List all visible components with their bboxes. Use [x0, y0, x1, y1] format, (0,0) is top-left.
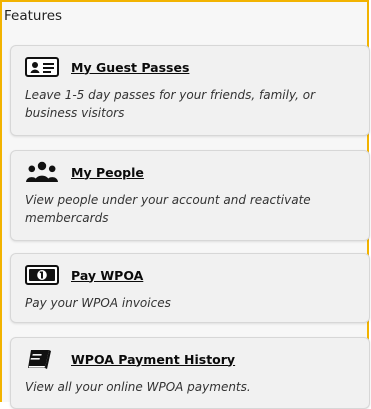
book-icon [25, 348, 59, 370]
payment-history-link[interactable]: WPOA Payment History [71, 352, 235, 367]
feature-card-guest-passes: My Guest Passes Leave 1-5 day passes for… [10, 45, 370, 136]
features-panel: Features My Guest Passes Leave 1-5 day p… [0, 0, 370, 409]
people-icon [25, 161, 59, 183]
card-title-row: My People [25, 161, 359, 183]
card-description: Leave 1-5 day passes for your friends, f… [25, 88, 316, 120]
feature-card-payment-history: WPOA Payment History View all your onlin… [10, 337, 370, 409]
pay-wpoa-link[interactable]: Pay WPOA [71, 268, 143, 283]
card-title-row: WPOA Payment History [25, 348, 359, 370]
feature-card-my-people: My People View people under your account… [10, 150, 370, 241]
my-people-link[interactable]: My People [71, 165, 144, 180]
card-description: Pay your WPOA invoices [25, 296, 171, 310]
card-description: View all your online WPOA payments. [25, 380, 251, 394]
card-title-row: My Guest Passes [25, 56, 359, 78]
feature-card-pay-wpoa: Pay WPOA Pay your WPOA invoices [10, 253, 370, 323]
panel-title: Features [2, 2, 367, 30]
id-card-icon [25, 56, 59, 78]
money-bill-icon [25, 264, 59, 286]
card-title-row: Pay WPOA [25, 264, 359, 286]
guest-passes-link[interactable]: My Guest Passes [71, 60, 189, 75]
card-description: View people under your account and react… [25, 193, 311, 225]
